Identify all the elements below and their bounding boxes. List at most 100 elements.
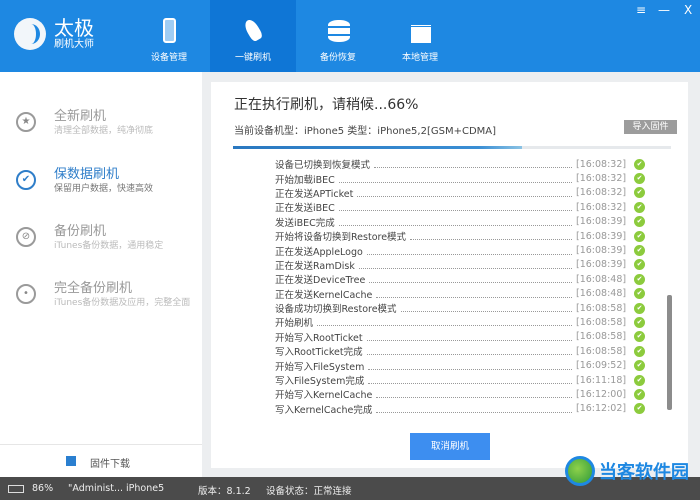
- watermark-icon: [565, 456, 595, 486]
- check-circle-icon: ✔: [634, 403, 645, 415]
- log-row: 写入RootTicket完成 [16:08:58] ✔: [275, 344, 645, 358]
- item-title: 保数据刷机: [54, 167, 120, 182]
- check-circle-icon: ✔: [634, 388, 645, 400]
- sidebar-item-fresh-flash[interactable]: ★ 全新刷机 清理全部数据，纯净彻底: [0, 105, 202, 165]
- dot-leader: [368, 376, 572, 385]
- log-time: [16:08:32]: [576, 173, 627, 185]
- log-time: [16:08:58]: [576, 345, 627, 357]
- check-circle-icon: ✔: [634, 360, 645, 372]
- firmware-download-label: 固件下载: [90, 459, 130, 470]
- check-circle-icon: ✔: [634, 331, 645, 343]
- check-circle-icon: ✔: [634, 201, 645, 213]
- item-title: 完全备份刷机: [54, 281, 133, 296]
- log-row: 开始加载iBEC [16:08:32] ✔: [275, 171, 645, 186]
- log-row: 开始写入FileSystem [16:09:52] ✔: [275, 358, 645, 373]
- log-time: [16:09:52]: [576, 360, 627, 372]
- log-row: 正在发送KernelCache [16:08:48] ✔: [275, 287, 645, 301]
- close-icon[interactable]: X: [684, 3, 692, 17]
- nav-backup-restore[interactable]: 备份恢复: [295, 0, 381, 72]
- log-time: [16:08:58]: [576, 316, 627, 328]
- nav-one-click-flash[interactable]: 一键刷机: [210, 0, 296, 72]
- battery-icon: [8, 485, 24, 493]
- log-time: [16:08:48]: [576, 273, 627, 285]
- log-row: 开始写入RootTicket [16:08:58] ✔: [275, 330, 645, 344]
- item-subtitle: iTunes备份数据，通用稳定: [54, 241, 164, 251]
- log-message: 正在发送APTicket: [275, 188, 354, 200]
- log-time: [16:08:39]: [576, 230, 627, 242]
- database-icon: [327, 18, 350, 44]
- log-message: 正在发送iBEC: [275, 203, 335, 215]
- log-time: [16:11:18]: [576, 374, 627, 386]
- log-row: 设备成功切换到Restore模式 [16:08:58] ✔: [275, 301, 645, 315]
- dot-leader: [376, 405, 572, 413]
- item-subtitle: iTunes备份数据及应用，完整全面: [54, 298, 191, 308]
- dot-leader: [376, 390, 572, 399]
- dot-leader: [410, 232, 572, 241]
- log-message: 开始写入RootTicket: [275, 332, 363, 344]
- dot-leader: [369, 275, 572, 284]
- minimize-icon[interactable]: —: [658, 3, 670, 17]
- import-firmware-button[interactable]: 导入固件: [624, 120, 677, 134]
- log-time: [16:08:48]: [576, 288, 627, 300]
- dot-leader: [357, 189, 572, 197]
- log-time: [16:08:32]: [576, 158, 627, 170]
- sidebar: ★ 全新刷机 清理全部数据，纯净彻底 ✔ 保数据刷机 保留用户数据，快速高效 ⊘ 备份刷机…: [0, 72, 202, 477]
- menu-icon[interactable]: ≡: [636, 3, 646, 17]
- dot-leader: [338, 175, 572, 183]
- log-message: 正在发送KernelCache: [275, 289, 373, 301]
- phone-icon: [158, 18, 180, 44]
- log-message: 写入KernelCache完成: [275, 404, 373, 416]
- check-icon: ✔: [16, 170, 36, 190]
- log-message: 开始将设备切换到Restore模式: [275, 232, 407, 244]
- log-row: 写入FileSystem完成 [16:11:18] ✔: [275, 373, 645, 387]
- check-circle-icon: ✔: [634, 158, 645, 170]
- sidebar-item-keep-data-flash[interactable]: ✔ 保数据刷机保留用户数据，快速高效: [0, 163, 202, 223]
- device-state: 设备状态：正常连接: [266, 486, 352, 497]
- log-row: 设备已切换到恢复模式 [16:08:32] ✔: [275, 157, 645, 171]
- firmware-download-button[interactable]: 固件下载: [0, 444, 202, 477]
- nav-device-management[interactable]: 设备管理: [126, 0, 212, 72]
- header: 太极 刷机大师 设备管理 一键刷机 备份恢复 本地管理 ≡ — X: [0, 0, 700, 72]
- log-message: 设备已切换到恢复模式: [275, 160, 371, 172]
- item-subtitle: 清理全部数据，纯净彻底: [54, 126, 154, 136]
- logo-title: 太极: [54, 16, 94, 40]
- log-scrollbar[interactable]: [667, 295, 672, 410]
- refresh-icon: •: [16, 284, 36, 304]
- log-message: 正在发送AppleLogo: [275, 246, 363, 258]
- check-circle-icon: ✔: [634, 259, 645, 271]
- watermark-text: 当客软件园: [599, 462, 689, 483]
- watermark-logo: 当客软件园: [565, 456, 689, 486]
- log-message: 写入RootTicket完成: [275, 347, 363, 359]
- log-row: 发送iBEC完成 [16:08:39] ✔: [275, 215, 645, 229]
- log-row: 正在发送AppleLogo [16:08:39] ✔: [275, 243, 645, 258]
- log-row: 正在发送RamDisk [16:08:39] ✔: [275, 258, 645, 272]
- log-time: [16:08:39]: [576, 216, 627, 228]
- log-message: 开始刷机: [275, 318, 314, 330]
- cancel-flash-button[interactable]: 取消刷机: [410, 433, 490, 460]
- log-row: 正在发送iBEC [16:08:32] ✔: [275, 200, 645, 214]
- app-logo: 太极 刷机大师: [14, 18, 94, 50]
- nav-local-management[interactable]: 本地管理: [377, 0, 463, 72]
- nav-label: 本地管理: [401, 53, 438, 63]
- dot-leader: [358, 261, 572, 269]
- log-time: [16:08:32]: [576, 201, 627, 213]
- dot-leader: [338, 218, 572, 226]
- dot-leader: [376, 290, 572, 298]
- progress-title: 正在执行刷机，请稍候...66%: [234, 97, 419, 113]
- log-time: [16:08:39]: [576, 259, 627, 271]
- flash-panel: 正在执行刷机，请稍候...66% 当前设备机型：iPhone5 类型：iPhon…: [211, 82, 688, 468]
- log-row: 正在发送DeviceTree [16:08:48] ✔: [275, 272, 645, 286]
- sidebar-item-full-backup-flash[interactable]: • 完全备份刷机 iTunes备份数据及应用，完整全面: [0, 277, 202, 337]
- dot-leader: [366, 247, 572, 255]
- check-circle-icon: ✔: [634, 245, 645, 257]
- sidebar-item-backup-flash[interactable]: ⊘ 备份刷机 iTunes备份数据，通用稳定: [0, 220, 202, 280]
- log-time: [16:08:58]: [576, 331, 627, 343]
- item-subtitle: 保留用户数据，快速高效: [54, 184, 154, 194]
- nav-label: 一键刷机: [234, 53, 271, 63]
- logo-subtitle: 刷机大师: [54, 39, 94, 50]
- progress-bar: [233, 146, 671, 149]
- shopping-bag-icon: [409, 18, 431, 44]
- item-title: 全新刷机: [54, 109, 107, 124]
- log-message: 设备成功切换到Restore模式: [275, 304, 397, 316]
- item-title: 备份刷机: [54, 224, 107, 239]
